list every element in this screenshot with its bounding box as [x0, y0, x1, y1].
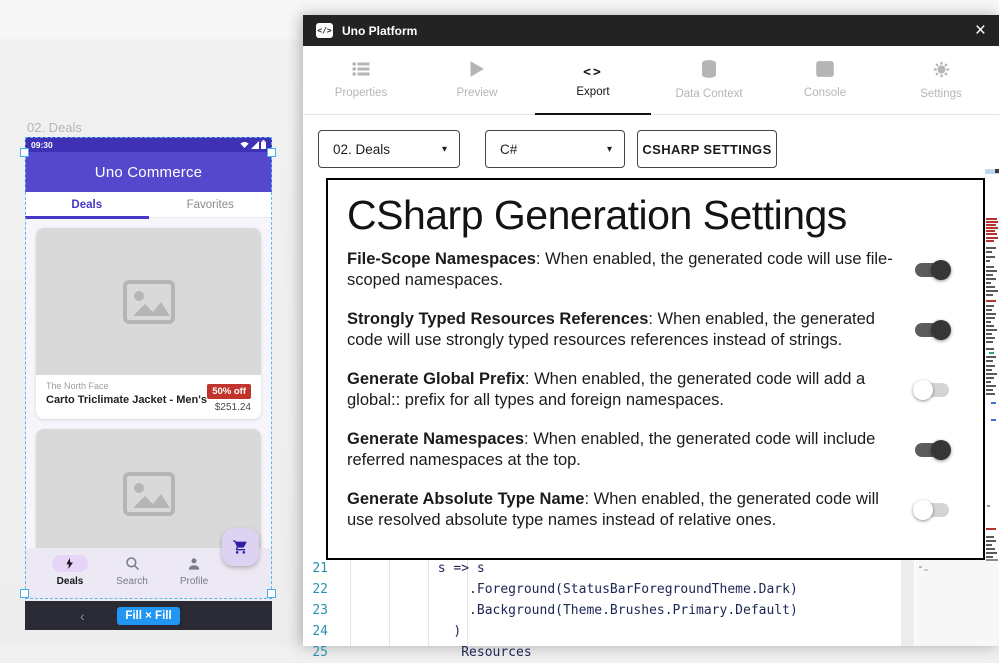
code-line: 22 .Foreground(StatusBarForegroundTheme.… — [303, 579, 798, 600]
product-brand: The North Face — [46, 381, 207, 391]
window-tab-bar: PropertiesPreview<>ExportData ContextCon… — [303, 46, 999, 115]
toggle-switch[interactable] — [915, 383, 949, 397]
line-number: 25 — [303, 645, 336, 660]
play-icon — [470, 61, 484, 82]
chevron-down-icon: ▾ — [607, 144, 612, 155]
status-time: 09:30 — [31, 140, 53, 150]
phone-screen: 09:30 Uno Commerce Deals Favorites — [25, 137, 272, 599]
window-title-bar: </> Uno Platform × — [303, 15, 999, 46]
app-bar-title: Uno Commerce — [95, 164, 202, 181]
nav-item-search[interactable]: Search — [101, 555, 163, 599]
tab-preview[interactable]: Preview — [419, 46, 535, 114]
cart-fab[interactable] — [222, 528, 259, 566]
bolt-icon — [52, 555, 88, 572]
terminal-icon — [816, 61, 834, 82]
person-icon — [176, 555, 212, 572]
setting-row: Generate Absolute Type Name: When enable… — [347, 489, 961, 531]
fill-size-badge: Fill × Fill — [117, 607, 179, 625]
product-image-placeholder — [36, 228, 261, 375]
code-line: 21 s => s — [303, 558, 485, 579]
selection-handle[interactable] — [20, 148, 29, 157]
chevron-down-icon: ▾ — [442, 144, 447, 155]
toggle-switch[interactable] — [915, 503, 949, 517]
discount-badge: 50% off — [207, 384, 251, 399]
code-line: 25 Resources — [303, 642, 532, 663]
editor-scrollbar[interactable] — [901, 560, 914, 646]
setting-name: File-Scope Namespaces — [347, 250, 536, 268]
selection-handle[interactable] — [267, 589, 276, 598]
list-icon — [352, 61, 370, 82]
editor-minimap[interactable] — [915, 560, 999, 646]
line-number: 24 — [303, 624, 336, 639]
back-chevron-icon[interactable]: ‹ — [80, 609, 85, 623]
uno-platform-window: </> Uno Platform × PropertiesPreview<>Ex… — [303, 15, 999, 646]
signal-icon — [251, 141, 259, 149]
window-title: Uno Platform — [342, 24, 417, 38]
selection-handle[interactable] — [20, 589, 29, 598]
cart-icon — [232, 539, 249, 555]
code-icon: <> — [583, 63, 603, 81]
product-card[interactable]: The North Face Carto Triclimate Jacket -… — [36, 228, 261, 419]
dialog-title: CSharp Generation Settings — [347, 192, 961, 239]
setting-name: Generate Absolute Type Name — [347, 490, 585, 508]
setting-row: Generate Namespaces: When enabled, the g… — [347, 429, 961, 471]
code-line: 23 .Background(Theme.Brushes.Primary.Def… — [303, 600, 798, 621]
element-select[interactable]: 02. Deals ▾ — [318, 130, 460, 168]
tab-properties[interactable]: Properties — [303, 46, 419, 114]
image-icon — [120, 470, 178, 518]
csharp-settings-dialog: CSharp Generation Settings File-Scope Na… — [326, 178, 985, 560]
setting-row: File-Scope Namespaces: When enabled, the… — [347, 249, 961, 291]
element-label: 02. Deals — [27, 120, 82, 135]
toggle-switch[interactable] — [915, 263, 949, 277]
setting-name: Generate Namespaces — [347, 430, 524, 448]
code-line: 24 ) — [303, 621, 461, 642]
setting-row: Generate Global Prefix: When enabled, th… — [347, 369, 961, 411]
uno-logo-icon: </> — [316, 23, 333, 38]
tab-settings[interactable]: Settings — [883, 46, 999, 114]
database-icon — [701, 60, 717, 83]
csharp-settings-button[interactable]: CSHARP SETTINGS — [637, 130, 777, 168]
phone-tab-indicator — [25, 216, 149, 219]
nav-item-deals[interactable]: Deals — [39, 555, 101, 599]
phone-tab-bar: Deals Favorites — [25, 192, 272, 218]
phone-preview[interactable]: 09:30 Uno Commerce Deals Favorites — [25, 137, 272, 599]
toggle-switch[interactable] — [915, 323, 949, 337]
toggle-switch[interactable] — [915, 443, 949, 457]
product-name: Carto Triclimate Jacket - Men's — [46, 394, 207, 406]
line-number: 23 — [303, 603, 336, 618]
simulator-toolbar: ‹ Fill × Fill — [25, 601, 272, 630]
line-number: 22 — [303, 582, 336, 597]
language-select[interactable]: C# ▾ — [485, 130, 625, 168]
tab-data-context[interactable]: Data Context — [651, 46, 767, 114]
setting-name: Generate Global Prefix — [347, 370, 525, 388]
deals-list: The North Face Carto Triclimate Jacket -… — [25, 218, 272, 548]
phone-status-bar: 09:30 — [25, 137, 272, 152]
wifi-icon — [240, 141, 249, 149]
gear-icon — [933, 61, 950, 83]
setting-row: Strongly Typed Resources References: Whe… — [347, 309, 961, 351]
nav-item-profile[interactable]: Profile — [163, 555, 225, 599]
battery-icon — [261, 140, 266, 149]
close-button[interactable]: × — [975, 21, 986, 40]
phone-app-bar: Uno Commerce — [25, 152, 272, 192]
setting-name: Strongly Typed Resources References — [347, 310, 648, 328]
phone-tab-favorites[interactable]: Favorites — [149, 192, 273, 217]
search-icon — [114, 555, 150, 572]
selection-handle[interactable] — [267, 148, 276, 157]
line-number: 21 — [303, 561, 336, 576]
tab-export[interactable]: <>Export — [535, 46, 651, 114]
tab-console[interactable]: Console — [767, 46, 883, 114]
product-price: $251.24 — [207, 402, 251, 413]
phone-tab-deals[interactable]: Deals — [25, 192, 149, 217]
image-icon — [120, 278, 178, 326]
